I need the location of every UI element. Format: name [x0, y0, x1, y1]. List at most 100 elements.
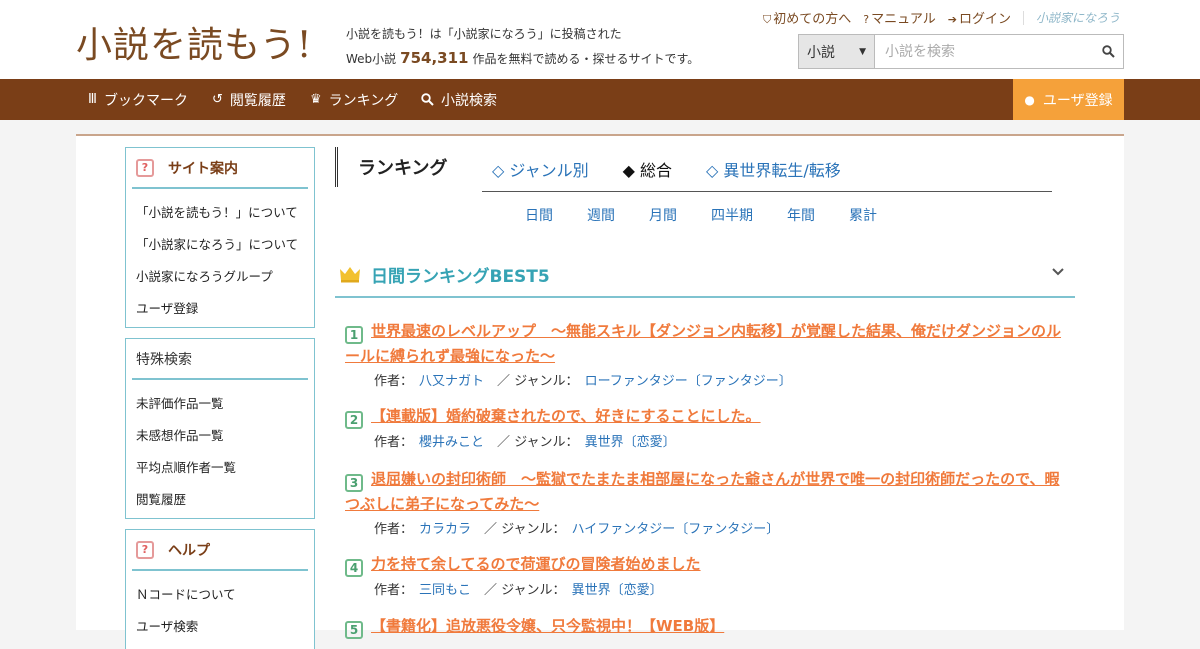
- entry-title-text: 世界最速のレベルアップ ～無能スキル【ダンジョン内転移】が覚醒した結果、俺だけダ…: [345, 322, 1062, 365]
- period-monthly[interactable]: 月間: [649, 205, 677, 225]
- divider: [1022, 10, 1024, 25]
- help-title: ? ヘルプ: [132, 530, 308, 571]
- first-time-label: 初めての方へ: [773, 12, 852, 27]
- nav-ranking[interactable]: ♛ ランキング: [310, 79, 398, 120]
- ranking-heading: ランキング: [335, 147, 447, 187]
- separator: ／: [484, 522, 498, 537]
- first-time-link[interactable]: ⛉ 初めての方へ: [763, 8, 851, 27]
- entry-title-text: 退屈嫌いの封印術師 ～監獄でたまたま相部屋になった爺さんが世界で唯一の封印術師だ…: [345, 470, 1060, 513]
- ranking-tabs: ◇ ジャンル別 ◆ 総合 ◇ 異世界転生/転移: [482, 147, 1052, 192]
- sidebar-item-author-average[interactable]: 平均点順作者一覧: [126, 450, 314, 482]
- site-tagline: 小説を読もう！は「小説家になろう」に投稿された Web小説 754,311 作品を無…: [346, 22, 699, 71]
- main-nav: Ⅲ ブックマーク ↺ 閲覧履歴 ♛ ランキング 小説検索 ● ユーザ登録: [0, 79, 1200, 120]
- entry-title-text: 【書籍化】追放悪役令嬢、只今監視中！【WEB版】: [371, 617, 725, 635]
- search-bar: 小説 ▼: [798, 34, 1124, 69]
- author-link[interactable]: 三同もこ: [419, 583, 471, 598]
- manual-link[interactable]: ? マニュアル: [863, 8, 935, 27]
- rank-badge: 3: [345, 474, 363, 492]
- nav-history[interactable]: ↺ 閲覧履歴: [212, 79, 286, 120]
- daily-ranking-header[interactable]: 日間ランキングBEST5: [335, 252, 1075, 298]
- search-icon: [421, 93, 434, 106]
- period-quarterly[interactable]: 四半期: [711, 205, 753, 225]
- question-icon: ?: [136, 540, 154, 559]
- ranking-entry: 1 世界最速のレベルアップ ～無能スキル【ダンジョン内転移】が覚醒した結果、俺だけ…: [345, 319, 1065, 389]
- rank-badge: 1: [345, 326, 363, 344]
- genre-link[interactable]: 異世界〔恋愛〕: [585, 435, 676, 450]
- sidebar-item-about-yomou[interactable]: 「小説を読もう！」について: [126, 195, 314, 227]
- nav-ranking-label: ランキング: [328, 92, 399, 109]
- history-icon: ↺: [212, 92, 223, 107]
- genre-link[interactable]: ハイファンタジー〔ファンタジー〕: [572, 522, 780, 537]
- entry-title[interactable]: 4 力を持て余してるので荷運びの冒険者始めました: [345, 555, 701, 577]
- entry-title[interactable]: 3 退屈嫌いの封印術師 ～監獄でたまたま相部屋になった爺さんが世界で唯一の封印術師…: [345, 470, 1060, 513]
- ranking-entry: 5 【書籍化】追放悪役令嬢、只今監視中！【WEB版】: [345, 614, 1065, 639]
- login-link[interactable]: ➔ ログイン: [948, 8, 1011, 27]
- sidebar-item-unrated[interactable]: 未評価作品一覧: [126, 386, 314, 418]
- period-total[interactable]: 累計: [849, 205, 877, 225]
- bookmark-icon: Ⅲ: [88, 92, 97, 107]
- crown-icon: ♛: [310, 92, 322, 107]
- sidebar-item-narou-group[interactable]: 小説家になろうグループ: [126, 259, 314, 291]
- help-title-label: ヘルプ: [168, 542, 210, 559]
- ranking-entry: 4 力を持て余してるので荷運びの冒険者始めました 作者： 三同もこ ／ ジャンル： 異…: [345, 552, 1065, 598]
- question-circle-icon: ?: [863, 13, 870, 26]
- caret-down-icon: ▼: [859, 46, 866, 57]
- ranking-entry: 3 退屈嫌いの封印術師 ～監獄でたまたま相部屋になった爺さんが世界で唯一の封印術師…: [345, 467, 1065, 537]
- shield-icon: ⛉: [763, 13, 772, 26]
- sidebar-help: ? ヘルプ Ｎコードについて ユーザ検索: [125, 529, 315, 649]
- separator: ／: [497, 374, 511, 389]
- entry-title[interactable]: 5 【書籍化】追放悪役令嬢、只今監視中！【WEB版】: [345, 617, 725, 639]
- nav-history-label: 閲覧履歴: [229, 92, 286, 109]
- search-type-select[interactable]: 小説 ▼: [799, 35, 875, 68]
- tagline-prefix: Web小説: [346, 52, 397, 66]
- tab-overall[interactable]: ◆ 総合: [623, 157, 672, 181]
- crown-icon: [340, 267, 360, 283]
- genre-link[interactable]: 異世界〔恋愛〕: [572, 583, 663, 598]
- period-yearly[interactable]: 年間: [787, 205, 815, 225]
- sidebar-item-user-search[interactable]: ユーザ検索: [126, 609, 314, 641]
- sidebar-item-user-register[interactable]: ユーザ登録: [126, 291, 314, 323]
- nav-bookmark[interactable]: Ⅲ ブックマーク: [88, 79, 188, 120]
- sidebar-item-no-reviews[interactable]: 未感想作品一覧: [126, 418, 314, 450]
- author-label: 作者：: [374, 435, 414, 450]
- entry-meta: 作者： カラカラ ／ ジャンル： ハイファンタジー〔ファンタジー〕: [345, 518, 1065, 537]
- search-type-value: 小説: [807, 44, 835, 61]
- nav-search[interactable]: 小説検索: [421, 79, 497, 120]
- register-button[interactable]: ● ユーザ登録: [1013, 79, 1124, 120]
- sidebar-item-about-narou[interactable]: 「小説家になろう」について: [126, 227, 314, 259]
- entry-title[interactable]: 2 【連載版】婚約破棄されたので、好きにすることにした。: [345, 407, 761, 429]
- separator: ／: [484, 583, 498, 598]
- sidebar-item-history[interactable]: 閲覧履歴: [126, 482, 314, 514]
- nav-search-label: 小説検索: [441, 92, 497, 109]
- search-input[interactable]: [875, 35, 1093, 68]
- login-label: ログイン: [958, 12, 1011, 27]
- genre-label: ジャンル：: [501, 522, 566, 537]
- separator: ／: [497, 435, 511, 450]
- tagline-line2: Web小説 754,311 作品を無料で読める・探せるサイトです。: [346, 46, 699, 71]
- register-label: ユーザ登録: [1042, 92, 1113, 109]
- genre-label: ジャンル：: [514, 435, 579, 450]
- entry-title[interactable]: 1 世界最速のレベルアップ ～無能スキル【ダンジョン内転移】が覚醒した結果、俺だけ…: [345, 322, 1061, 365]
- work-count: 754,311: [400, 49, 469, 67]
- sidebar-item-ncode[interactable]: Ｎコードについて: [126, 577, 314, 609]
- tab-genre[interactable]: ◇ ジャンル別: [492, 157, 589, 181]
- question-icon: ?: [136, 158, 154, 177]
- genre-label: ジャンル：: [514, 374, 579, 389]
- user-icon: ●: [1024, 92, 1035, 107]
- genre-link[interactable]: ローファンタジー〔ファンタジー〕: [585, 374, 792, 389]
- tab-isekai[interactable]: ◇ 異世界転生/転移: [706, 157, 841, 181]
- nav-bookmark-label: ブックマーク: [103, 92, 188, 109]
- author-label: 作者：: [374, 583, 414, 598]
- search-button[interactable]: [1093, 35, 1123, 68]
- site-logo[interactable]: 小説を読もう!: [76, 16, 312, 68]
- period-daily[interactable]: 日間: [525, 205, 553, 225]
- author-link[interactable]: 櫻井みこと: [419, 435, 484, 450]
- period-weekly[interactable]: 週間: [587, 205, 615, 225]
- manual-label: マニュアル: [871, 12, 936, 27]
- genre-label: ジャンル：: [501, 583, 566, 598]
- author-link[interactable]: 八又ナガト: [419, 374, 484, 389]
- author-link[interactable]: カラカラ: [419, 522, 471, 537]
- site-guide-title: ? サイト案内: [132, 148, 308, 189]
- login-icon: ➔: [947, 13, 957, 26]
- narou-brand-logo[interactable]: 小説家になろう: [1036, 9, 1120, 26]
